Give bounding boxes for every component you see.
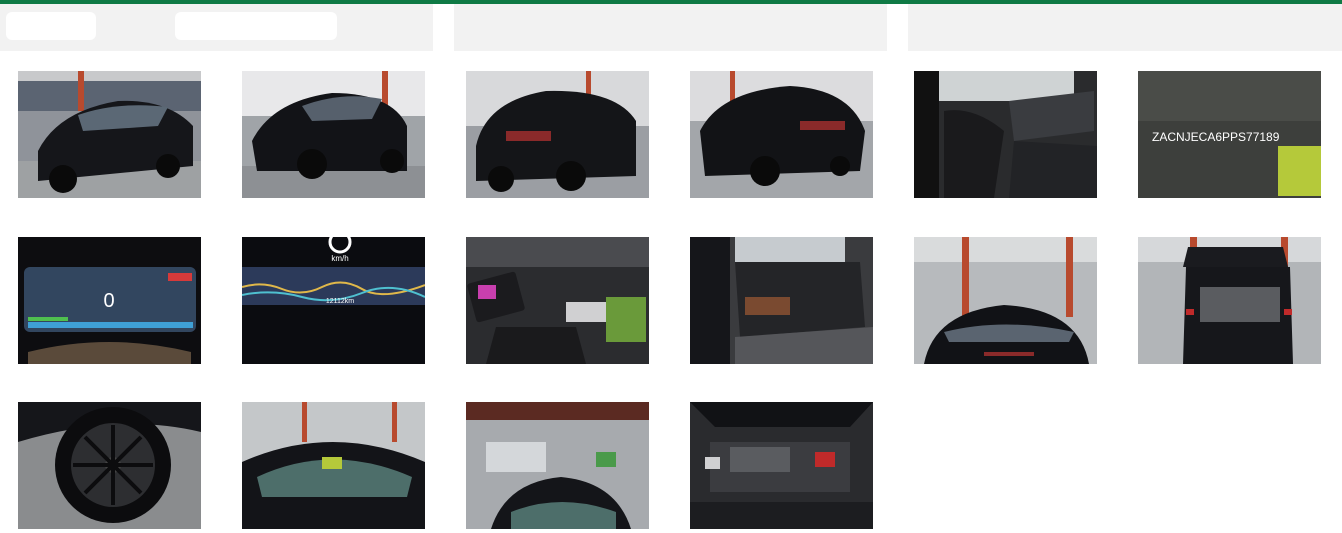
vin-text: ZACNJECA6PPS77189 bbox=[1152, 130, 1280, 144]
car-rear-icon bbox=[690, 71, 873, 198]
photo-exterior-front-left[interactable] bbox=[18, 71, 201, 198]
photo-exterior-rear-left[interactable] bbox=[466, 71, 649, 198]
roof-icon bbox=[466, 402, 649, 529]
car-front-icon bbox=[18, 71, 201, 198]
filter-panel-middle bbox=[454, 4, 887, 51]
trunk-icon bbox=[1138, 237, 1321, 364]
photo-odometer[interactable]: km/h 12112km bbox=[242, 237, 425, 364]
photo-windshield[interactable] bbox=[242, 402, 425, 529]
filter-pill-wide[interactable] bbox=[175, 12, 337, 40]
filter-panel-left bbox=[0, 4, 433, 51]
dashboard-icon: 0 bbox=[18, 237, 201, 364]
seat-icon bbox=[914, 71, 1097, 198]
wheel-icon bbox=[18, 402, 201, 529]
console-icon bbox=[466, 237, 649, 364]
filter-pill[interactable] bbox=[6, 12, 96, 40]
engine-icon bbox=[690, 402, 873, 529]
filter-panel-right bbox=[908, 4, 1342, 51]
photo-roof-rear-view[interactable] bbox=[466, 402, 649, 529]
seat-icon bbox=[690, 237, 873, 364]
photo-open-tailgate[interactable] bbox=[1138, 237, 1321, 364]
photo-rear-seats[interactable] bbox=[690, 237, 873, 364]
photo-engine-bay[interactable] bbox=[690, 402, 873, 529]
photo-instrument-cluster[interactable]: 0 bbox=[18, 237, 201, 364]
photo-roof-view[interactable] bbox=[914, 237, 1097, 364]
odometer-reading: 12112km bbox=[326, 298, 354, 305]
photo-exterior-front-right[interactable] bbox=[242, 71, 425, 198]
speed-readout: 0 bbox=[103, 290, 114, 312]
vin-icon: ZACNJECA6PPS77189 bbox=[1138, 71, 1321, 198]
roof-icon bbox=[914, 237, 1097, 364]
photo-exterior-rear-right[interactable] bbox=[690, 71, 873, 198]
odometer-icon: km/h 12112km bbox=[242, 237, 425, 364]
photo-vin-plate[interactable]: ZACNJECA6PPS77189 bbox=[1138, 71, 1321, 198]
photo-interior-front-seats[interactable] bbox=[914, 71, 1097, 198]
car-rear-icon bbox=[466, 71, 649, 198]
car-front-icon bbox=[242, 71, 425, 198]
speed-unit: km/h bbox=[331, 254, 348, 263]
windshield-icon bbox=[242, 402, 425, 529]
photo-center-console[interactable] bbox=[466, 237, 649, 364]
photo-wheel[interactable] bbox=[18, 402, 201, 529]
